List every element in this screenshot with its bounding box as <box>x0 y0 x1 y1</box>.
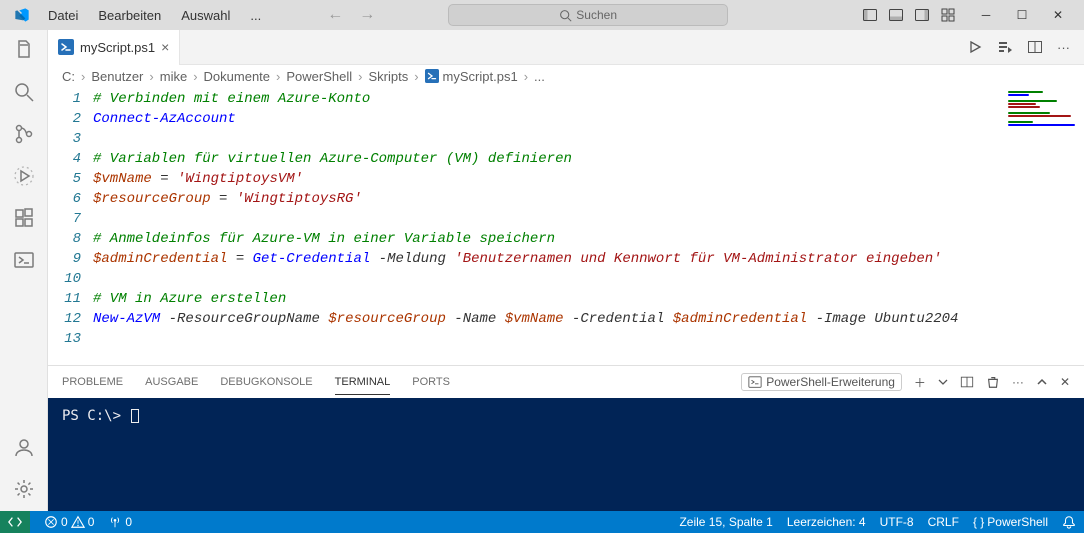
search-activity-icon[interactable] <box>12 80 36 104</box>
menu-selection[interactable]: Auswahl <box>173 4 238 27</box>
error-icon <box>44 515 58 529</box>
extensions-icon[interactable] <box>12 206 36 230</box>
minimap[interactable] <box>1008 91 1078 121</box>
menu-edit[interactable]: Bearbeiten <box>90 4 169 27</box>
remote-indicator[interactable] <box>0 511 30 533</box>
status-indentation[interactable]: Leerzeichen: 4 <box>787 515 866 529</box>
warning-icon <box>71 515 85 529</box>
tab-bar: myScript.ps1 × ··· <box>48 30 1084 65</box>
layout-customize-icon[interactable] <box>940 7 956 23</box>
panel-more-icon[interactable]: ··· <box>1012 375 1024 389</box>
status-encoding[interactable]: UTF-8 <box>880 515 914 529</box>
terminal-prompt: PS C:\> <box>62 408 129 424</box>
scm-icon[interactable] <box>12 122 36 146</box>
activity-bar <box>0 30 48 511</box>
window-maximize-button[interactable]: ☐ <box>1004 0 1040 30</box>
terminal-cursor-icon <box>131 409 139 423</box>
search-icon <box>559 9 572 22</box>
vscode-logo-icon <box>14 7 30 23</box>
run-icon[interactable] <box>967 39 983 55</box>
status-language[interactable]: { } PowerShell <box>973 515 1048 529</box>
tab-close-icon[interactable]: × <box>161 39 169 55</box>
code-editor[interactable]: 12345678910111213 # Verbinden mit einem … <box>48 87 1084 365</box>
more-actions-icon[interactable]: ··· <box>1057 39 1070 55</box>
status-cursor-pos[interactable]: Zeile 15, Spalte 1 <box>679 515 772 529</box>
run-selection-icon[interactable] <box>997 39 1013 55</box>
panel-tab-ausgabe[interactable]: AUSGABE <box>145 370 198 394</box>
terminal[interactable]: PS C:\> <box>48 398 1084 511</box>
layout-sidebar-left-icon[interactable] <box>862 7 878 23</box>
new-terminal-icon[interactable]: ＋ <box>914 374 926 391</box>
debug-icon[interactable] <box>12 164 36 188</box>
powershell-file-icon <box>58 39 74 55</box>
breadcrumb[interactable]: C:› Benutzer› mike› Dokumente› PowerShel… <box>48 65 1084 87</box>
panel-tab-debugkonsole[interactable]: DEBUGKONSOLE <box>220 370 312 394</box>
split-editor-icon[interactable] <box>1027 39 1043 55</box>
explorer-icon[interactable] <box>12 38 36 62</box>
editor-tab[interactable]: myScript.ps1 × <box>48 30 180 65</box>
window-minimize-button[interactable]: ─ <box>968 0 1004 30</box>
settings-gear-icon[interactable] <box>12 477 36 501</box>
powershell-activity-icon[interactable] <box>12 248 36 272</box>
panel-tab-terminal[interactable]: TERMINAL <box>335 370 391 395</box>
panel-tab-ports[interactable]: PORTS <box>412 370 450 394</box>
menu-more[interactable]: ... <box>242 4 269 27</box>
status-eol[interactable]: CRLF <box>928 515 959 529</box>
title-bar: Datei Bearbeiten Auswahl ... ← → Suchen … <box>0 0 1084 30</box>
panel-close-icon[interactable]: ✕ <box>1060 375 1070 389</box>
bottom-panel: PROBLEME AUSGABE DEBUGKONSOLE TERMINAL P… <box>48 365 1084 511</box>
terminal-selector[interactable]: PowerShell-Erweiterung <box>741 373 902 391</box>
status-problems[interactable]: 0 0 <box>44 515 94 529</box>
tab-filename: myScript.ps1 <box>80 40 155 55</box>
line-number-gutter: 12345678910111213 <box>48 87 93 365</box>
status-bar: 0 0 0 Zeile 15, Spalte 1 Leerzeichen: 4 … <box>0 511 1084 533</box>
notifications-icon[interactable] <box>1062 515 1076 529</box>
menu-file[interactable]: Datei <box>40 4 86 27</box>
layout-panel-icon[interactable] <box>888 7 904 23</box>
panel-tab-probleme[interactable]: PROBLEME <box>62 370 123 394</box>
accounts-icon[interactable] <box>12 435 36 459</box>
search-box[interactable]: Suchen <box>448 4 728 26</box>
panel-maximize-icon[interactable] <box>1036 376 1048 388</box>
radio-tower-icon <box>108 515 122 529</box>
powershell-file-icon <box>425 69 439 83</box>
layout-sidebar-right-icon[interactable] <box>914 7 930 23</box>
code-content[interactable]: # Verbinden mit einem Azure-KontoConnect… <box>93 87 1084 365</box>
kill-terminal-icon[interactable] <box>986 375 1000 389</box>
window-close-button[interactable]: ✕ <box>1040 0 1076 30</box>
terminal-icon <box>748 375 762 389</box>
status-ports[interactable]: 0 <box>108 515 132 529</box>
terminal-dropdown-icon[interactable] <box>938 377 948 387</box>
split-terminal-icon[interactable] <box>960 375 974 389</box>
search-placeholder: Suchen <box>576 8 617 22</box>
nav-forward-icon[interactable]: → <box>355 4 379 26</box>
nav-back-icon[interactable]: ← <box>323 4 347 26</box>
